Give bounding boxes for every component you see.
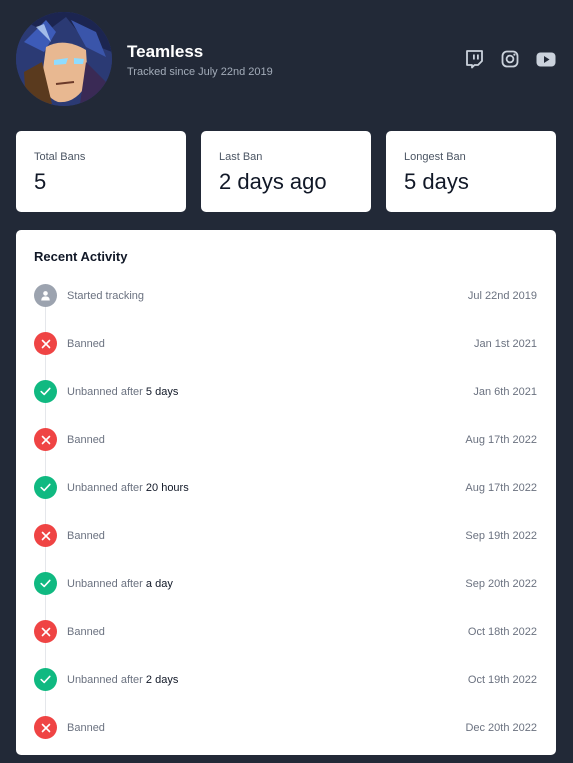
x-icon bbox=[34, 524, 57, 547]
check-icon bbox=[34, 476, 57, 499]
stat-label: Last Ban bbox=[219, 151, 263, 163]
event-description: Unbanned after 20 hours bbox=[67, 482, 189, 494]
channel-name: Teamless bbox=[127, 42, 204, 61]
youtube-icon[interactable] bbox=[535, 49, 557, 69]
event-description: Banned bbox=[67, 722, 105, 734]
event-text: Banned bbox=[67, 626, 105, 638]
avatar bbox=[16, 12, 112, 106]
event-description: Unbanned after 5 days bbox=[67, 386, 178, 398]
event-date: Jul 22nd 2019 bbox=[467, 290, 537, 302]
event-text: Unbanned after bbox=[67, 482, 143, 494]
profile-header: Teamless Tracked since July 22nd 2019 bbox=[16, 12, 557, 106]
activity-event-banned: Banned Aug 17th 2022 bbox=[16, 427, 556, 475]
stat-card-last-ban: Last Ban 2 days ago bbox=[201, 131, 371, 212]
check-icon bbox=[34, 572, 57, 595]
event-date: Oct 18th 2022 bbox=[467, 626, 537, 638]
event-description: Banned bbox=[67, 626, 105, 638]
activity-event-unbanned: Unbanned after 2 days Oct 19th 2022 bbox=[16, 667, 556, 715]
event-date: Sep 19th 2022 bbox=[465, 530, 537, 542]
social-links bbox=[463, 49, 557, 69]
activity-event-unbanned: Unbanned after 20 hours Aug 17th 2022 bbox=[16, 475, 556, 523]
stat-value: 5 days bbox=[404, 169, 469, 194]
event-date: Jan 1st 2021 bbox=[474, 338, 537, 350]
event-date: Sep 20th 2022 bbox=[465, 578, 537, 590]
activity-event-banned: Banned Sep 19th 2022 bbox=[16, 523, 556, 571]
event-description: Banned bbox=[67, 338, 105, 350]
event-description: Unbanned after a day bbox=[67, 578, 173, 590]
activity-timeline: Started tracking Jul 22nd 2019 Banned Jan 1… bbox=[16, 283, 556, 763]
event-text: Unbanned after bbox=[67, 386, 143, 398]
event-text: Banned bbox=[67, 722, 105, 734]
x-icon bbox=[34, 332, 57, 355]
event-date: Dec 20th 2022 bbox=[465, 722, 537, 734]
activity-event-banned: Banned Dec 20th 2022 bbox=[16, 715, 556, 763]
instagram-icon[interactable] bbox=[499, 49, 521, 69]
event-text: Unbanned after bbox=[67, 674, 143, 686]
stat-label: Longest Ban bbox=[404, 151, 466, 163]
event-duration: 2 days bbox=[145, 674, 179, 686]
check-icon bbox=[34, 668, 57, 691]
event-description: Banned bbox=[67, 530, 105, 542]
event-description: Unbanned after 2 days bbox=[67, 674, 178, 686]
event-text: Banned bbox=[67, 530, 105, 542]
activity-event-unbanned: Unbanned after a day Sep 20th 2022 bbox=[16, 571, 556, 619]
event-text: Started tracking bbox=[67, 290, 145, 302]
stat-value: 5 bbox=[34, 169, 47, 194]
x-icon bbox=[34, 620, 57, 643]
activity-event-unbanned: Unbanned after 5 days Jan 6th 2021 bbox=[16, 379, 556, 427]
activity-title: Recent Activity bbox=[34, 249, 128, 264]
stat-value: 2 days ago bbox=[219, 169, 327, 194]
event-date: Jan 6th 2021 bbox=[473, 386, 537, 398]
event-duration: 5 days bbox=[145, 386, 179, 398]
event-description: Started tracking bbox=[67, 290, 144, 302]
event-date: Aug 17th 2022 bbox=[465, 434, 537, 446]
check-icon bbox=[34, 380, 57, 403]
activity-event-banned: Banned Oct 18th 2022 bbox=[16, 619, 556, 667]
stat-label: Total Bans bbox=[34, 151, 86, 163]
activity-event-banned: Banned Jan 1st 2021 bbox=[16, 331, 556, 379]
activity-event-neutral: Started tracking Jul 22nd 2019 bbox=[16, 283, 556, 331]
event-text: Banned bbox=[67, 434, 105, 446]
event-description: Banned bbox=[67, 434, 105, 446]
event-duration: 20 hours bbox=[145, 482, 189, 494]
event-date: Oct 19th 2022 bbox=[467, 674, 537, 686]
event-text: Banned bbox=[67, 338, 105, 350]
twitch-icon[interactable] bbox=[463, 49, 485, 69]
recent-activity-panel: Recent Activity Started tracking Jul 22nd… bbox=[16, 230, 556, 755]
stat-card-longest-ban: Longest Ban 5 days bbox=[386, 131, 556, 212]
event-text: Unbanned after bbox=[67, 578, 143, 590]
x-icon bbox=[34, 716, 57, 739]
event-date: Aug 17th 2022 bbox=[465, 482, 537, 494]
user-icon bbox=[34, 284, 57, 307]
x-icon bbox=[34, 428, 57, 451]
event-duration: a day bbox=[145, 578, 173, 590]
tracked-since: Tracked since July 22nd 2019 bbox=[127, 66, 273, 78]
stat-card-total-bans: Total Bans 5 bbox=[16, 131, 186, 212]
